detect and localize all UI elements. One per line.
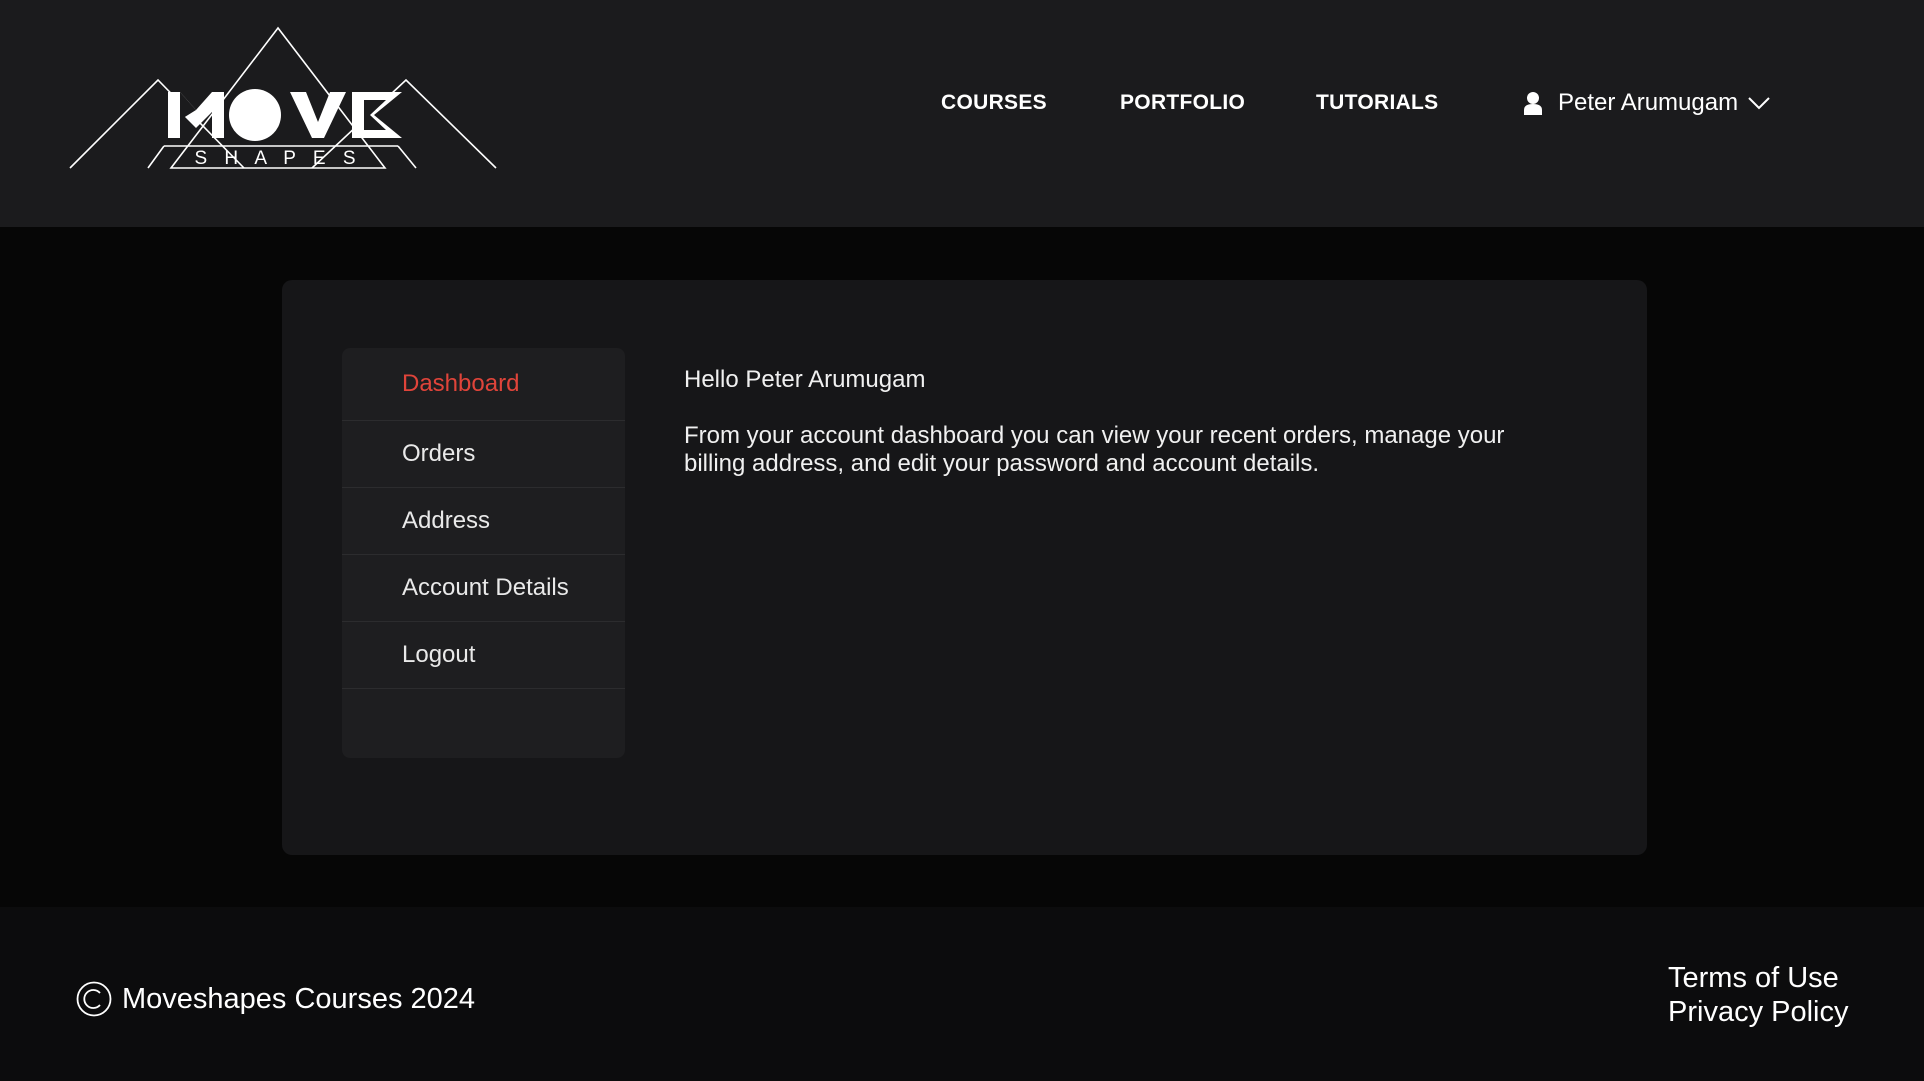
- copyright: Moveshapes Courses 2024: [76, 979, 475, 1019]
- nav-portfolio[interactable]: PORTFOLIO: [1120, 88, 1245, 118]
- dashboard-intro: From your account dashboard you can view…: [684, 422, 1505, 477]
- site-header: S H A P E S COURSES PORTFOLIO TUTORIALS …: [0, 0, 1924, 227]
- sidebar-item-label: Orders: [402, 440, 476, 467]
- logo-tagline: S H A P E S: [194, 148, 361, 169]
- user-name: Peter Arumugam: [1558, 89, 1739, 116]
- logo-graphic: S H A P E S: [69, 26, 497, 169]
- copyright-icon: [76, 981, 112, 1017]
- greeting-text: Hello Peter Arumugam: [684, 366, 926, 393]
- nav-tutorials[interactable]: TUTORIALS: [1316, 88, 1438, 118]
- footer-links: Terms of Use Privacy Policy: [1668, 961, 1849, 1029]
- user-icon: [1522, 91, 1544, 115]
- site-footer: Moveshapes Courses 2024 Terms of Use Pri…: [0, 907, 1924, 1081]
- terms-of-use-link[interactable]: Terms of Use: [1668, 961, 1849, 995]
- sidebar-item-logout[interactable]: Logout: [342, 622, 625, 689]
- copyright-text: Moveshapes Courses 2024: [122, 982, 476, 1015]
- sidebar-item-account-details[interactable]: Account Details: [342, 555, 625, 622]
- sidebar-item-label: Dashboard: [402, 370, 520, 397]
- privacy-policy-link[interactable]: Privacy Policy: [1668, 995, 1849, 1029]
- nav-courses[interactable]: COURSES: [941, 88, 1047, 118]
- sidebar-item-orders[interactable]: Orders: [342, 421, 625, 488]
- sidebar-item-label: Logout: [402, 641, 476, 668]
- sidebar-item-label: Address: [402, 507, 491, 534]
- account-card: Dashboard Orders Address Account Details…: [282, 280, 1647, 855]
- moveshapes-logo[interactable]: S H A P E S: [68, 26, 498, 172]
- chevron-down-icon: [1748, 96, 1770, 110]
- account-sidebar: Dashboard Orders Address Account Details…: [342, 348, 625, 758]
- sidebar-item-dashboard[interactable]: Dashboard: [342, 348, 625, 421]
- sidebar-item-address[interactable]: Address: [342, 488, 625, 555]
- sidebar-item-label: Account Details: [402, 574, 569, 601]
- user-menu[interactable]: Peter Arumugam: [1522, 86, 1770, 120]
- dashboard-content: Hello Peter Arumugam From your account d…: [684, 364, 1564, 478]
